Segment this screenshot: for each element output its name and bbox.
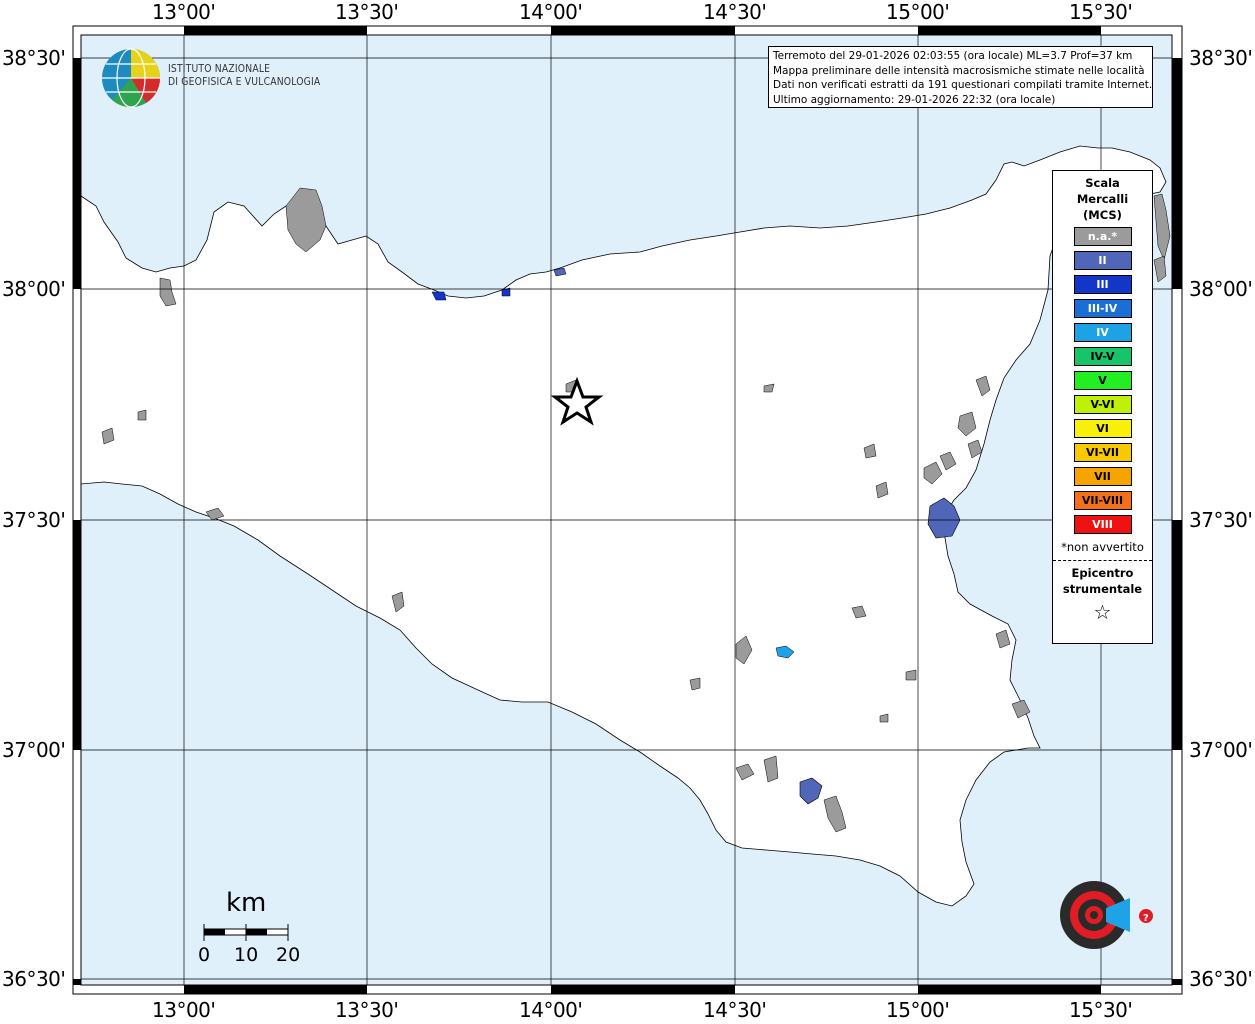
legend-item-iii-iv: III-IV <box>1073 299 1132 318</box>
lat-label-left: 38°30' <box>2 46 66 70</box>
legend-title-line1: Scala <box>1085 176 1120 190</box>
earthquake-info-box: Terremoto del 29-01-2026 02:03:55 (ora l… <box>768 46 1153 108</box>
legend-epicentre-line2: strumentale <box>1062 582 1143 596</box>
ingv-logo-text: ISTITUTO NAZIONALE DI GEOFISICA E VULCAN… <box>168 63 320 89</box>
lat-label-left: 36°30' <box>2 967 66 991</box>
legend-item-vi: VI <box>1073 419 1132 438</box>
info-line1: Terremoto del 29-01-2026 02:03:55 (ora l… <box>773 50 1133 62</box>
lat-label-left: 37°00' <box>2 738 66 762</box>
lon-label-bottom: 13°30' <box>335 998 399 1022</box>
scale-unit-label: km <box>226 888 267 918</box>
info-line2: Mappa preliminare delle intensità macros… <box>773 64 1145 77</box>
ingv-line2: DI GEOFISICA E VULCANOLOGIA <box>168 76 321 88</box>
legend-items: n.a.* II III III-IV IV IV-V V V-VI VI VI-VII VII VI… <box>1053 227 1152 534</box>
legend-na-note: *non avvertito <box>1061 540 1144 554</box>
ingv-logo-icon <box>102 48 161 108</box>
legend-item-v: V <box>1073 371 1132 390</box>
legend-item-vii: VII <box>1073 467 1132 486</box>
legend-item-iv: IV <box>1073 323 1132 342</box>
legend-item-v-vi: V-VI <box>1073 395 1132 414</box>
scale-tick-label: 10 <box>234 944 259 966</box>
lat-label-right: 37°30' <box>1189 508 1253 532</box>
legend-separator <box>1053 560 1152 561</box>
lon-label-top: 15°00' <box>886 0 950 24</box>
legend-item-vi-vii: VI-VII <box>1073 443 1132 462</box>
legend-item-n-a: n.a.* <box>1073 227 1132 246</box>
scale-tick-label: 20 <box>276 944 301 966</box>
lon-label-top: 13°30' <box>335 0 399 24</box>
lon-label-top: 14°00' <box>519 0 583 24</box>
info-line4: Ultimo aggiornamento: 29-01-2026 22:32 (… <box>773 93 1056 106</box>
legend-item-iv-v: IV-V <box>1073 347 1132 366</box>
lon-label-bottom: 15°30' <box>1069 998 1133 1022</box>
svg-text:?: ? <box>1143 913 1149 924</box>
legend-epicentre-line1: Epicentro <box>1071 566 1134 580</box>
legend-item-ii: II <box>1073 251 1132 270</box>
lon-label-top: 14°30' <box>703 0 767 24</box>
ingv-line1: ISTITUTO NAZIONALE <box>168 63 271 75</box>
lon-label-bottom: 14°30' <box>703 998 767 1022</box>
lon-label-bottom: 15°00' <box>886 998 950 1022</box>
mcs-legend: Scala Mercalli (MCS) n.a.* II III III-IV IV I… <box>1052 170 1153 644</box>
legend-epicentre-label: Epicentro strumentale <box>1053 565 1152 597</box>
lat-label-left: 38°00' <box>2 277 66 301</box>
lat-label-right: 38°00' <box>1189 277 1253 301</box>
legend-star-icon: ☆ <box>1093 600 1112 624</box>
legend-title: Scala Mercalli (MCS) <box>1053 175 1152 223</box>
legend-title-line3: (MCS) <box>1083 208 1122 222</box>
legend-title-line2: Mercalli <box>1076 192 1129 206</box>
scale-tick-label: 0 <box>198 944 211 966</box>
lon-label-top: 13°00' <box>152 0 216 24</box>
legend-item-iii: III <box>1073 275 1132 294</box>
info-line3: Dati non verificati estratti da 191 ques… <box>773 79 1153 91</box>
legend-item-vii-viii: VII-VIII <box>1073 491 1132 510</box>
lat-label-left: 37°30' <box>2 508 66 532</box>
lon-label-bottom: 14°00' <box>519 998 583 1022</box>
lat-label-right: 36°30' <box>1189 967 1253 991</box>
lon-label-bottom: 13°00' <box>152 998 216 1022</box>
legend-item-viii: VIII <box>1073 515 1132 534</box>
lat-label-right: 37°00' <box>1189 738 1253 762</box>
lat-label-right: 38°30' <box>1189 46 1253 70</box>
lon-label-top: 15°30' <box>1069 0 1133 24</box>
